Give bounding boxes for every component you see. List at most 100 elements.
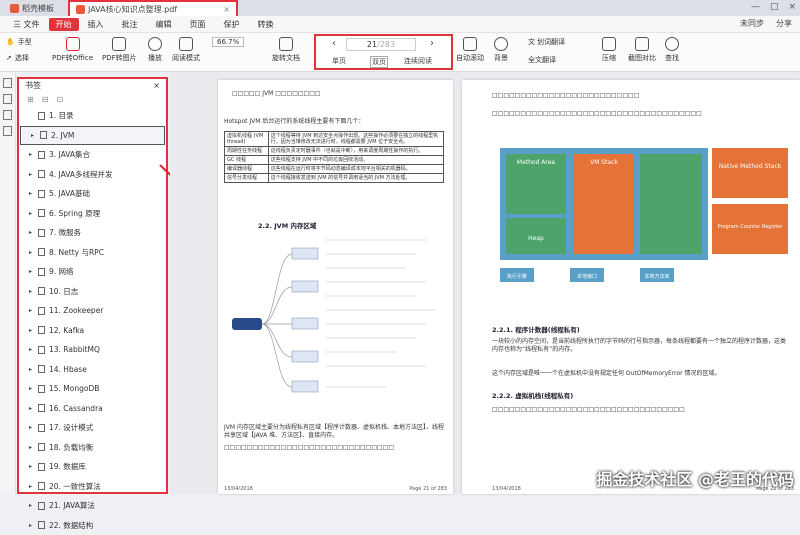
comment-icon[interactable]: [3, 110, 12, 120]
translate-select[interactable]: 文划词翻译: [528, 37, 565, 47]
expand-icon[interactable]: ▸: [29, 327, 34, 334]
select-tool[interactable]: ➚选择: [6, 53, 29, 63]
continuous-button[interactable]: 连续阅读: [404, 56, 432, 66]
close-icon[interactable]: ×: [223, 5, 230, 14]
thread-name-cell: 虚拟机线程 (VM thread): [225, 132, 269, 147]
expand-icon[interactable]: ▸: [29, 249, 34, 256]
bookmark-item[interactable]: ▸21. JAVA算法: [19, 496, 166, 516]
bookmark-item[interactable]: ▸18. 负载均衡: [19, 438, 166, 458]
bookmark-item[interactable]: ▸6. Spring 原理: [19, 204, 166, 224]
maximize-icon[interactable]: □: [770, 2, 779, 12]
bookmark-item[interactable]: ▸14. Hbase: [19, 360, 166, 380]
close-window-icon[interactable]: ×: [788, 2, 796, 12]
mind-branch: [262, 254, 292, 324]
full-translate-button[interactable]: 全文翻译: [528, 55, 556, 65]
expand-icon[interactable]: ▸: [31, 132, 36, 139]
expand-icon[interactable]: ▸: [29, 405, 34, 412]
menu-file[interactable]: 三 文件: [4, 19, 49, 30]
tab-document[interactable]: JAVA核心知识点整理.pdf×: [68, 0, 238, 17]
expand-icon[interactable]: ▸: [29, 171, 34, 178]
thumbnail-icon[interactable]: [3, 94, 12, 104]
bookmark-item[interactable]: ▸10. 日志: [19, 282, 166, 302]
expand-icon[interactable]: ▸: [29, 385, 34, 392]
bookmark-panel-icon[interactable]: [3, 78, 12, 88]
expand-icon[interactable]: ▸: [29, 307, 34, 314]
native-method-stack: [712, 148, 788, 198]
page-input[interactable]: 21/283: [346, 38, 416, 51]
bookmark-item[interactable]: ▸ 13. RabbitMQ: [19, 340, 166, 360]
expand-icon[interactable]: ▸: [29, 522, 34, 529]
bookmark-item[interactable]: ▸ 19. 数据库: [19, 457, 166, 477]
bookmark-icon: [38, 385, 45, 393]
compress-button[interactable]: 压缩: [602, 37, 616, 63]
single-page-button[interactable]: 单页: [332, 56, 346, 66]
expand-icon[interactable]: ▸: [29, 268, 34, 275]
zoom-select[interactable]: 66.7%: [212, 37, 244, 47]
bookmark-item[interactable]: ▸4. JAVA多线程并发: [19, 165, 166, 185]
double-page-button[interactable]: 双页: [370, 56, 388, 68]
expand-icon[interactable]: ▸: [29, 483, 34, 490]
bookmark-item[interactable]: 1. 目录: [19, 106, 166, 126]
bookmark-icon: [38, 190, 45, 198]
play-button[interactable]: 播放: [148, 37, 162, 63]
bookmark-item[interactable]: ▸3. JAVA集合: [19, 145, 166, 165]
expand-icon[interactable]: ▸: [29, 463, 34, 470]
menu-page[interactable]: 页面: [181, 19, 215, 30]
add-bookmark-icon[interactable]: ⊞: [27, 95, 34, 103]
menu-insert[interactable]: 插入: [79, 19, 113, 30]
bookmark-item[interactable]: ▸9. 网络: [19, 262, 166, 282]
collapse-icon[interactable]: ⊡: [56, 95, 63, 103]
bookmark-icon: [38, 229, 45, 237]
vm-stack-box: [574, 154, 634, 254]
expand-icon[interactable]: ▸: [29, 444, 34, 451]
expand-icon[interactable]: ▸: [29, 366, 34, 373]
bookmark-item[interactable]: ▸17. 设计模式: [19, 418, 166, 438]
pdf-to-office-button[interactable]: PDF转Office: [52, 37, 93, 63]
expand-icon[interactable]: ▸: [29, 229, 34, 236]
bookmark-item[interactable]: ▸2. JVM: [20, 126, 165, 146]
menu-comment[interactable]: 批注: [113, 19, 147, 30]
bookmark-item[interactable]: ▸16. Cassandra: [19, 399, 166, 419]
expand-icon[interactable]: ▸: [29, 151, 34, 158]
expand-icon[interactable]: ▸: [29, 288, 34, 295]
bookmark-item[interactable]: ▸8. Netty 与RPC: [19, 243, 166, 263]
bookmark-item[interactable]: ▸7. 微服务: [19, 223, 166, 243]
pdf-to-image-button[interactable]: PDF转图片: [102, 37, 137, 63]
section-heading: 2.2. JVM 内存区域: [258, 220, 316, 230]
find-button[interactable]: 查找: [665, 37, 679, 63]
minimize-icon[interactable]: —: [751, 2, 760, 12]
search-panel-icon[interactable]: [3, 126, 12, 136]
bookmark-label: 19. 数据库: [49, 461, 86, 472]
bookmark-item[interactable]: ▸ 15. MongoDB: [19, 379, 166, 399]
expand-icon[interactable]: ▸: [29, 424, 34, 431]
screenshot-compare-button[interactable]: 截图对比: [628, 37, 656, 63]
menu-protect[interactable]: 保护: [215, 19, 249, 30]
close-icon[interactable]: ×: [153, 81, 160, 90]
rotate-button[interactable]: 旋转文档: [272, 37, 300, 63]
bookmark-item[interactable]: ▸22. 数据结构: [19, 516, 166, 535]
menu-edit[interactable]: 编辑: [147, 19, 181, 30]
hand-tool[interactable]: ✋手型: [6, 37, 32, 47]
bookmark-item[interactable]: ▸5. JAVA基础: [19, 184, 166, 204]
expand-icon[interactable]: ▸: [29, 502, 34, 509]
next-page-icon[interactable]: ›: [430, 38, 434, 49]
menu-convert[interactable]: 转换: [249, 19, 283, 30]
auto-scroll-button[interactable]: 自动滚动: [456, 37, 484, 63]
bookmark-label: 15. MongoDB: [49, 384, 99, 393]
bookmark-item[interactable]: ▸11. Zookeeper: [19, 301, 166, 321]
menu-start[interactable]: 开始: [49, 18, 79, 31]
bookmark-item[interactable]: ▸12. Kafka: [19, 321, 166, 341]
expand-icon[interactable]: ▸: [29, 210, 34, 217]
tab-templates[interactable]: 稻壳模板: [4, 0, 60, 16]
share-button[interactable]: 分享: [776, 18, 792, 29]
background-button[interactable]: 背景: [494, 37, 508, 63]
hand-icon: ✋: [6, 38, 15, 46]
prev-page-icon[interactable]: ‹: [332, 38, 336, 49]
expand-icon[interactable]: ▸: [29, 190, 34, 197]
bookmark-item[interactable]: ▸20. 一致性算法: [19, 477, 166, 497]
bookmark-label: 13. RabbitMQ: [49, 345, 100, 354]
read-mode-button[interactable]: 阅读模式: [172, 37, 200, 63]
expand-icon[interactable]: ▸: [29, 346, 34, 353]
remove-bookmark-icon[interactable]: ⊟: [42, 95, 49, 103]
sync-status[interactable]: 未同步: [740, 18, 764, 29]
